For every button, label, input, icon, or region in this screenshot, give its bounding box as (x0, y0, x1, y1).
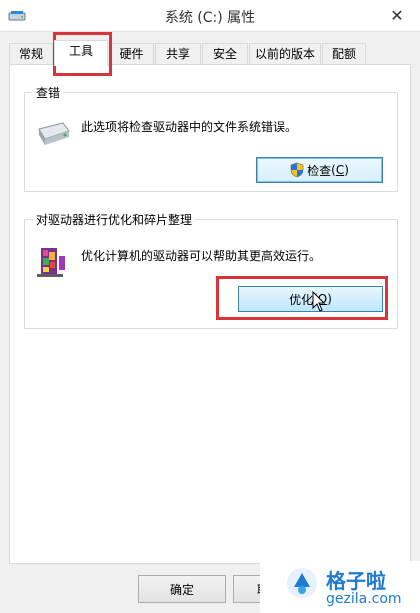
tab-sharing[interactable]: 共享 (155, 43, 201, 65)
close-icon: ✕ (390, 5, 404, 25)
check-button-label: 检查 (307, 163, 332, 178)
group-title: 对驱动器进行优化和碎片整理 (33, 211, 196, 228)
ok-button[interactable]: 确定 (138, 575, 226, 603)
close-button[interactable]: ✕ (374, 0, 420, 30)
tab-security[interactable]: 安全 (202, 43, 248, 65)
group-title: 查错 (33, 84, 64, 101)
optimize-button-label: 优化 (289, 292, 314, 307)
watermark-logo-icon (287, 568, 317, 598)
check-button[interactable]: 检查(C) (256, 157, 383, 183)
watermark-main: 格子啦 (326, 569, 386, 593)
watermark: 格子啦 gezila.com (260, 561, 420, 613)
check-button-accel: C (335, 163, 345, 177)
tab-previous-versions[interactable]: 以前的版本 (249, 43, 321, 65)
drive-icon (38, 122, 70, 145)
optimize-button[interactable]: 优化(O) (238, 286, 383, 312)
optimize-group: 对驱动器进行优化和碎片整理 优化计算机的驱动器可以帮助其更高效运行。 优化(O) (24, 211, 398, 329)
tab-general[interactable]: 常规 (9, 43, 53, 65)
tab-panel-tools: 查错 此选项将检查驱动器中的文件系统错误。 检查(C) 对驱动器进行优化和碎片整… (9, 64, 411, 564)
tab-quota[interactable]: 配额 (322, 43, 366, 65)
watermark-sub: gezila.com (326, 591, 402, 607)
tab-hardware[interactable]: 硬件 (109, 43, 154, 65)
window-title: 系统 (C:) 属性 (164, 10, 256, 26)
properties-window: 系统 (C:) 属性 ✕ 常规 工具 硬件 共享 安全 以前的版本 配额 查错 … (0, 0, 420, 613)
optimize-description: 优化计算机的驱动器可以帮助其更高效运行。 (81, 249, 322, 263)
defrag-icon (37, 248, 65, 277)
tab-tools[interactable]: 工具 (54, 40, 108, 66)
error-check-description: 此选项将检查驱动器中的文件系统错误。 (81, 120, 298, 134)
title-bar: 系统 (C:) 属性 ✕ (0, 0, 420, 32)
uac-shield-icon (290, 162, 304, 178)
mouse-cursor-icon (312, 291, 326, 312)
error-check-group: 查错 此选项将检查驱动器中的文件系统错误。 检查(C) (24, 84, 398, 192)
